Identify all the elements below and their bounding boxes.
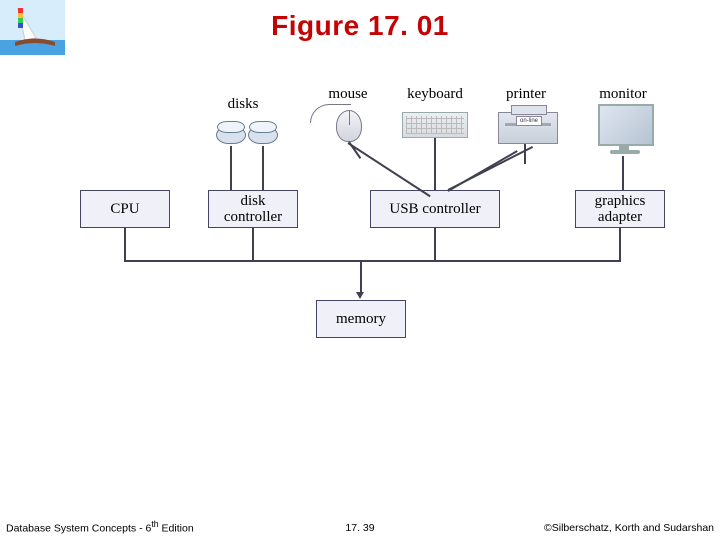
connector <box>262 146 264 190</box>
box-usb-controller: USB controller <box>370 190 500 228</box>
connector <box>619 228 621 260</box>
monitor-base <box>610 150 640 154</box>
label-mouse: mouse <box>318 86 378 103</box>
box-memory: memory <box>316 300 406 338</box>
connector <box>448 146 534 191</box>
figure-title: Figure 17. 01 <box>0 10 720 42</box>
connector <box>252 228 254 260</box>
disk-icon <box>248 126 278 144</box>
monitor-icon <box>598 104 654 146</box>
printer-online-badge: on-line <box>516 116 542 126</box>
keyboard-icon <box>402 112 468 138</box>
connector <box>347 142 430 197</box>
mouse-icon <box>336 110 362 142</box>
connector <box>434 228 436 260</box>
connector <box>360 262 362 294</box>
footer-copyright: ©Silberschatz, Korth and Sudarshan <box>544 522 714 534</box>
connector <box>622 156 624 190</box>
disk-icon <box>216 126 246 144</box>
label-keyboard: keyboard <box>395 86 475 103</box>
system-bus <box>124 260 621 262</box>
arrow-down-icon <box>356 292 364 299</box>
connector <box>230 146 232 190</box>
label-disks: disks <box>218 96 268 113</box>
label-printer: printer <box>496 86 556 103</box>
connector <box>434 138 436 190</box>
printer-icon: on-line <box>498 112 558 144</box>
box-graphics-adapter: graphics adapter <box>575 190 665 228</box>
connector <box>124 228 126 260</box>
label-monitor: monitor <box>588 86 658 103</box>
box-disk-controller: disk controller <box>208 190 298 228</box>
connector <box>524 144 526 164</box>
box-cpu: CPU <box>80 190 170 228</box>
